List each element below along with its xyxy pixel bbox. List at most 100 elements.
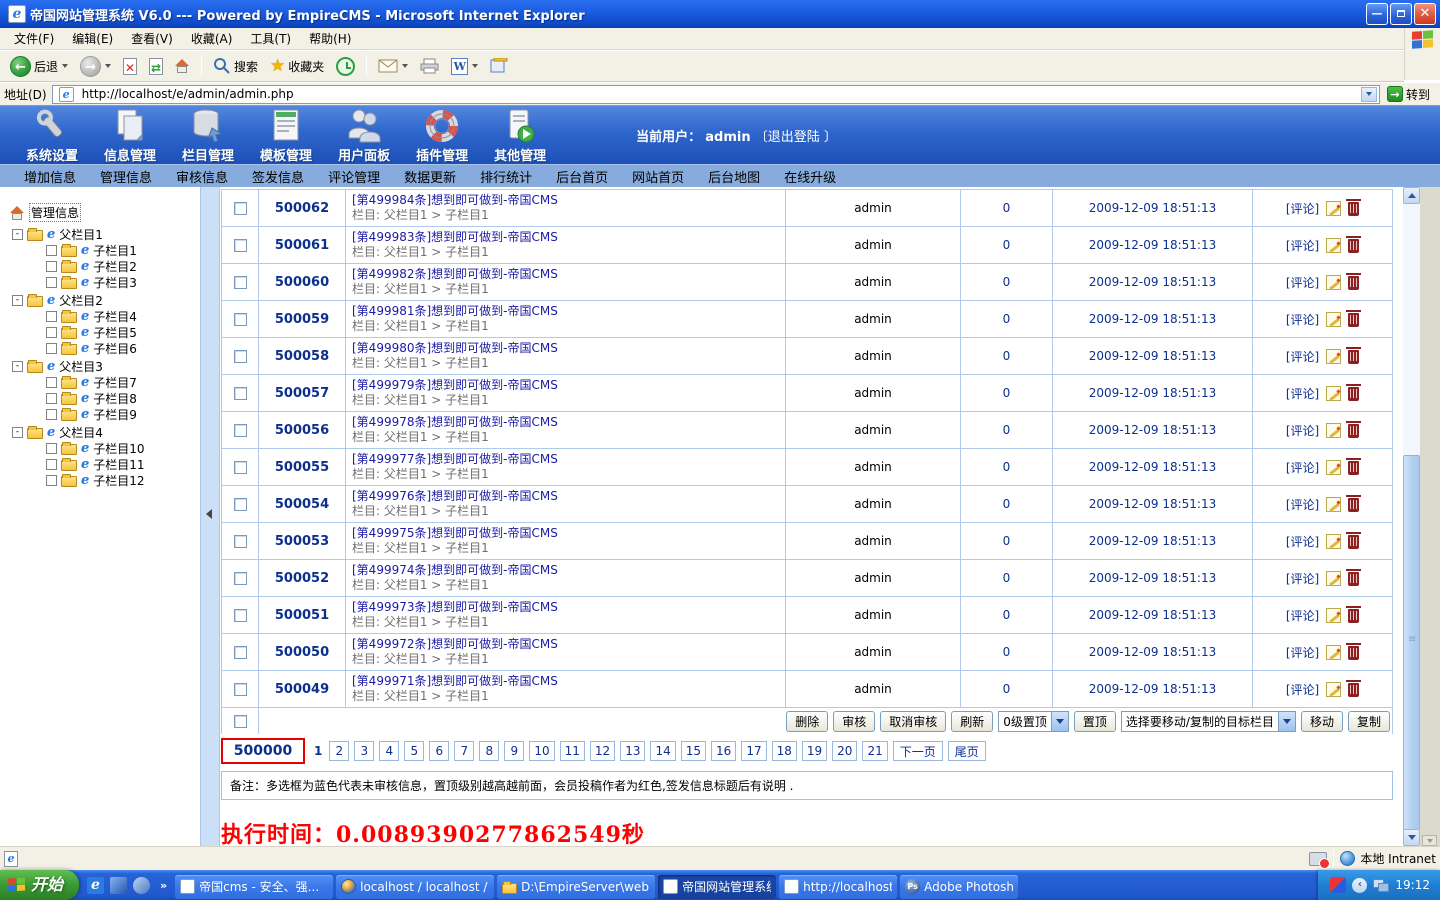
subnav-item[interactable]: 后台地图 [708, 167, 760, 186]
edit-icon[interactable] [1326, 533, 1342, 549]
delete-icon[interactable] [1346, 569, 1362, 586]
nav-system-settings[interactable]: 系统设置 [26, 106, 78, 164]
task-button[interactable]: localhost / localhost / ... [336, 874, 495, 899]
page-button[interactable]: 8 [479, 741, 500, 761]
comment-link[interactable]: [评论] [1286, 607, 1319, 624]
comment-link[interactable]: [评论] [1286, 237, 1319, 254]
copy-button[interactable]: 复制 [1347, 710, 1390, 732]
task-button[interactable]: 帝国cms - 安全、强... [175, 874, 334, 899]
nav-category-management[interactable]: 栏目管理 [182, 106, 234, 164]
delete-icon[interactable] [1346, 310, 1362, 327]
tree-node[interactable]: - e 父栏目4 [12, 424, 200, 440]
comment-link[interactable]: [评论] [1286, 348, 1319, 365]
select-arrow-icon[interactable] [1050, 711, 1068, 731]
tree-node[interactable]: e 子栏目9 [46, 406, 200, 422]
delete-icon[interactable] [1346, 421, 1362, 438]
edit-icon[interactable] [1326, 311, 1342, 327]
row-title-link[interactable]: [第499978条]想到即可做到-帝国CMS [352, 415, 558, 430]
logout-link[interactable]: 〔退出登陆 〕 [755, 130, 837, 145]
row-comment-count[interactable]: 0 [961, 523, 1053, 559]
subnav-item[interactable]: 评论管理 [328, 167, 380, 186]
scrollbar-thumb[interactable] [1403, 455, 1420, 830]
mail-button[interactable] [374, 57, 412, 75]
tree-node[interactable]: e 子栏目7 [46, 374, 200, 390]
refresh-button[interactable]: ⇄ [145, 56, 167, 77]
row-checkbox[interactable] [233, 571, 247, 585]
tree-node[interactable]: e 子栏目11 [46, 456, 200, 472]
tree-node[interactable]: e 子栏目1 [46, 242, 200, 258]
minimize-button[interactable]: — [1366, 3, 1388, 25]
tree-expander-icon[interactable] [46, 392, 57, 404]
next-page-button[interactable]: 下一页 [892, 741, 943, 761]
row-id[interactable]: 500057 [259, 375, 346, 411]
delete-icon[interactable] [1346, 199, 1362, 216]
row-title-link[interactable]: [第499980条]想到即可做到-帝国CMS [352, 341, 558, 356]
print-button[interactable] [416, 56, 443, 76]
url-text[interactable]: http://localhost/e/admin/admin.php [82, 87, 1357, 101]
top-level-select[interactable]: 0级置顶 [998, 710, 1069, 732]
row-checkbox[interactable] [233, 460, 247, 474]
edit-icon[interactable] [1326, 422, 1342, 438]
go-button[interactable]: → 转到 [1385, 85, 1436, 104]
quicklaunch-chevron[interactable]: » [160, 879, 167, 892]
row-title-link[interactable]: [第499976条]想到即可做到-帝国CMS [352, 489, 558, 504]
row-checkbox[interactable] [233, 423, 247, 437]
page-button[interactable]: 12 [589, 741, 616, 761]
tree-node[interactable]: e 子栏目3 [46, 274, 200, 290]
row-title-link[interactable]: [第499975条]想到即可做到-帝国CMS [352, 526, 558, 541]
address-dropdown-button[interactable] [1360, 86, 1377, 102]
task-button[interactable]: D:\EmpireServer\web... [497, 874, 656, 899]
row-comment-count[interactable]: 0 [961, 634, 1053, 670]
privacy-report-icon[interactable] [1309, 851, 1331, 869]
delete-icon[interactable] [1346, 347, 1362, 364]
tree-expander-icon[interactable] [46, 326, 57, 338]
row-comment-count[interactable]: 0 [961, 412, 1053, 448]
target-category-select[interactable]: 选择要移动/复制的目标栏目 [1120, 710, 1296, 732]
nav-user-panel[interactable]: 用户面板 [338, 106, 390, 164]
select-all-checkbox[interactable] [233, 714, 247, 728]
row-id[interactable]: 500059 [259, 301, 346, 337]
page-button[interactable]: 10 [529, 741, 555, 761]
tray-app-icon[interactable] [1330, 877, 1347, 893]
row-comment-count[interactable]: 0 [961, 301, 1053, 337]
comment-link[interactable]: [评论] [1286, 570, 1319, 587]
page-button[interactable]: 5 [404, 741, 425, 761]
task-button[interactable]: 帝国网站管理系统 ... [658, 874, 777, 899]
row-title-link[interactable]: [第499983条]想到即可做到-帝国CMS [352, 230, 558, 245]
discuss-button[interactable] [486, 56, 512, 76]
page-button[interactable]: 11 [559, 741, 585, 761]
page-button[interactable]: 19 [801, 741, 828, 761]
back-button[interactable]: ← 后退 [6, 54, 72, 79]
page-button[interactable]: 21 [862, 741, 888, 761]
tree-expander-icon[interactable] [46, 376, 57, 388]
row-checkbox[interactable] [233, 312, 247, 326]
row-comment-count[interactable]: 0 [961, 597, 1053, 633]
edit-icon[interactable] [1326, 681, 1342, 697]
stop-button[interactable]: ✕ [119, 56, 141, 77]
vertical-scrollbar[interactable] [1403, 187, 1420, 846]
subnav-item[interactable]: 审核信息 [176, 167, 228, 186]
comment-link[interactable]: [评论] [1286, 200, 1319, 217]
search-button[interactable]: 搜索 [209, 55, 262, 77]
quicklaunch-outlook-icon[interactable] [110, 876, 128, 894]
delete-icon[interactable] [1346, 680, 1362, 697]
menu-item[interactable]: 文件(F) [6, 28, 62, 49]
comment-link[interactable]: [评论] [1286, 644, 1319, 661]
nav-other-management[interactable]: 其他管理 [494, 106, 546, 164]
edit-icon[interactable] [1326, 496, 1342, 512]
edit-dropdown-icon[interactable] [472, 64, 479, 68]
menu-item[interactable]: 查看(V) [123, 28, 181, 49]
row-comment-count[interactable]: 0 [961, 449, 1053, 485]
page-button[interactable]: 7 [454, 741, 475, 761]
row-id[interactable]: 500056 [259, 412, 346, 448]
row-id[interactable]: 500055 [259, 449, 346, 485]
edit-icon[interactable] [1326, 570, 1342, 586]
tray-hide-icon[interactable]: ‹ [1352, 877, 1368, 893]
row-title-link[interactable]: [第499974条]想到即可做到-帝国CMS [352, 563, 558, 578]
delete-button[interactable]: 删除 [786, 710, 829, 732]
delete-icon[interactable] [1346, 495, 1362, 512]
row-title-link[interactable]: [第499981条]想到即可做到-帝国CMS [352, 304, 558, 319]
page-button[interactable]: 17 [741, 741, 767, 761]
row-id[interactable]: 500061 [259, 227, 346, 263]
row-id[interactable]: 500050 [259, 634, 346, 670]
